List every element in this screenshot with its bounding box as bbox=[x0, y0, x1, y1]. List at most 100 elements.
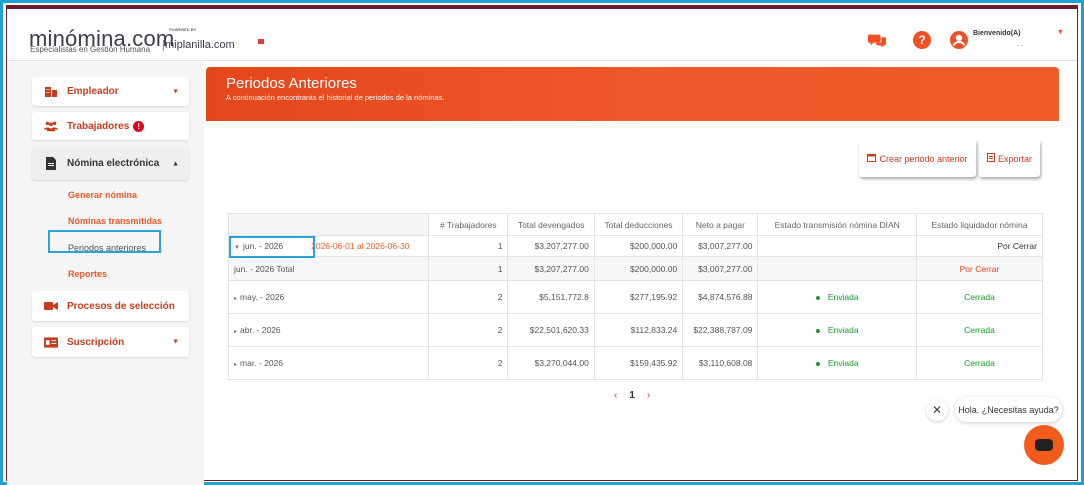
period-cell[interactable]: ▸ may. - 2026 bbox=[227, 280, 430, 314]
sidebar-item-label: Suscripción bbox=[67, 336, 125, 348]
video-camera-icon bbox=[44, 300, 58, 312]
pagination: ‹ 1 › bbox=[614, 390, 650, 401]
status-dot-icon bbox=[815, 295, 820, 300]
caret-right-icon[interactable]: ▸ bbox=[234, 329, 237, 335]
period-cell[interactable]: ▸ mar. - 2026 bbox=[227, 346, 430, 380]
neto-cell: $4,874,576.88 bbox=[682, 280, 759, 314]
sidebar-item-trabajadores[interactable]: Trabajadores ! bbox=[32, 112, 189, 140]
user-avatar-icon[interactable] bbox=[950, 31, 968, 49]
liquidador-status-cell: Cerrada bbox=[915, 313, 1044, 347]
devengados-cell: $3,207,277.00 bbox=[507, 256, 595, 281]
exportar-button[interactable]: Exportar bbox=[979, 140, 1040, 177]
export-icon bbox=[986, 153, 995, 164]
pagination-next-button[interactable]: › bbox=[647, 390, 650, 401]
status-dot-icon bbox=[815, 328, 820, 333]
user-name: . . bbox=[1017, 41, 1023, 48]
dian-status-cell: Enviada bbox=[757, 313, 917, 347]
users-icon bbox=[44, 120, 58, 132]
highlight-box-sidebar bbox=[48, 230, 161, 253]
partner-logo: miplanilla.com bbox=[165, 39, 235, 51]
page-subtitle: A continuación encontrarás el historial … bbox=[226, 93, 445, 102]
document-icon bbox=[44, 157, 58, 170]
workers-cell: 2 bbox=[428, 280, 509, 314]
pagination-current-page[interactable]: 1 bbox=[629, 390, 635, 401]
dian-status-label: Enviada bbox=[827, 325, 859, 335]
periods-table: # Trabajadores Total devengados Total de… bbox=[227, 213, 1044, 380]
devengados-cell: $3,270,044.00 bbox=[507, 346, 595, 380]
alert-badge: ! bbox=[133, 120, 145, 132]
dian-status-cell bbox=[757, 256, 917, 281]
partner-divider bbox=[163, 40, 164, 51]
chat-icon[interactable] bbox=[868, 31, 886, 49]
neto-cell: $3,007,277.00 bbox=[682, 256, 759, 281]
crear-periodo-button[interactable]: Crear periodo anterior bbox=[859, 140, 976, 177]
workers-cell: 2 bbox=[428, 313, 509, 347]
logo-tagline: Especialistas en Gestión Humana bbox=[30, 45, 151, 54]
sidebar-item-label: Empleador bbox=[67, 86, 119, 97]
dian-status-cell bbox=[757, 235, 917, 257]
sidebar-subitem-generar-nomina[interactable]: Generar nómina bbox=[68, 190, 137, 200]
column-header: Total devengados bbox=[507, 213, 595, 236]
devengados-cell: $5,151,772.8 bbox=[507, 280, 595, 314]
sidebar-item-suscripcion[interactable]: Suscripción ▼ bbox=[32, 327, 189, 357]
column-header: Total deducciones bbox=[593, 213, 684, 236]
sidebar-item-label: Procesos de selección bbox=[67, 300, 175, 312]
highlight-box-period bbox=[229, 236, 315, 258]
period-label: abr. - 2026 bbox=[240, 325, 281, 335]
exportar-label: Exportar bbox=[997, 153, 1032, 164]
column-header: Estado liquidador nómina bbox=[915, 213, 1044, 236]
caret-right-icon[interactable]: ▸ bbox=[234, 362, 237, 368]
period-cell[interactable]: ▸ abr. - 2026 bbox=[227, 313, 430, 347]
status-dot-icon bbox=[815, 361, 820, 366]
liquidador-status-cell: Cerrada bbox=[915, 280, 1044, 314]
caret-right-icon[interactable]: ▸ bbox=[234, 296, 237, 302]
table-header-row: # Trabajadores Total devengados Total de… bbox=[227, 213, 1044, 236]
period-cell: jun. - 2026 Total bbox=[227, 256, 430, 281]
column-header: # Trabajadores bbox=[428, 213, 509, 236]
chevron-down-icon: ▼ bbox=[172, 88, 179, 95]
chat-greeting-bubble[interactable]: Hola. ¿Necesitas ayuda? bbox=[955, 397, 1062, 422]
column-header: Neto a pagar bbox=[682, 213, 759, 236]
chevron-down-icon: ▼ bbox=[172, 338, 179, 346]
flag-icon bbox=[258, 39, 264, 44]
sidebar-item-empleador[interactable]: Empleador ▼ bbox=[32, 77, 189, 106]
crear-periodo-label: Crear periodo anterior bbox=[879, 153, 968, 164]
liquidador-status-cell: Cerrada bbox=[915, 346, 1044, 380]
neto-cell: $3,007,277.00 bbox=[682, 235, 759, 257]
dian-status-cell: Enviada bbox=[757, 280, 917, 314]
user-menu-caret-icon[interactable]: ▼ bbox=[1057, 29, 1064, 36]
dian-status-cell: Enviada bbox=[757, 346, 917, 380]
deducciones-cell: $112,833.24 bbox=[593, 313, 684, 347]
help-icon[interactable]: ? bbox=[913, 31, 931, 49]
devengados-cell: $3,207,277.00 bbox=[507, 235, 595, 257]
sidebar-subitem-reportes[interactable]: Reportes bbox=[68, 269, 107, 279]
powered-by-label: POWERED BY bbox=[169, 27, 197, 32]
devengados-cell: $22,501,620.33 bbox=[507, 313, 595, 347]
dian-status-label: Enviada bbox=[827, 358, 859, 368]
calendar-icon bbox=[867, 153, 877, 164]
table-row[interactable]: ▸ mar. - 2026 2 $3,270,044.00 $159,435.92… bbox=[227, 346, 1044, 380]
chat-launcher-button[interactable] bbox=[1024, 425, 1064, 465]
period-range-link[interactable]: 2026-06-01 al 2026-06-30 bbox=[311, 241, 409, 251]
period-label: may. - 2026 bbox=[240, 292, 285, 302]
table-row[interactable]: ▸ abr. - 2026 2 $22,501,620.33 $112,833.2… bbox=[227, 313, 1044, 347]
page-title: Periodos Anteriores bbox=[226, 75, 357, 92]
sidebar-item-label: Trabajadores bbox=[67, 120, 130, 132]
welcome-text: Bienvenido(A) bbox=[973, 30, 1021, 37]
sidebar-item-procesos-seleccion[interactable]: Procesos de selección bbox=[32, 291, 189, 321]
table-row[interactable]: ▼ jun. - 2026 2026-06-01 al 2026-06-30 1 $… bbox=[227, 235, 1044, 257]
chat-bubble-icon bbox=[1035, 439, 1053, 451]
sidebar-item-nomina-electronica[interactable]: Nómina electrónica ▲ bbox=[32, 147, 189, 180]
pagination-prev-button[interactable]: ‹ bbox=[614, 390, 617, 401]
deducciones-cell: $200,000.00 bbox=[593, 235, 684, 257]
liquidador-status-cell: Por Cerrar bbox=[915, 256, 1044, 281]
chevron-up-icon: ▲ bbox=[172, 160, 179, 167]
period-label: mar. - 2026 bbox=[240, 358, 284, 368]
top-bar: minómina.com Especialistas en Gestión Hu… bbox=[7, 9, 1077, 61]
chat-close-button[interactable]: ✕ bbox=[926, 399, 948, 421]
sidebar-subitem-nominas-transmitidas[interactable]: Nóminas transmitidas bbox=[68, 216, 162, 226]
workers-cell: 2 bbox=[428, 346, 509, 380]
column-header: Estado transmisión nómina DIAN bbox=[757, 213, 917, 236]
neto-cell: $3,110,608.08 bbox=[682, 346, 759, 380]
table-row[interactable]: ▸ may. - 2026 2 $5,151,772.8 $277,195.92 … bbox=[227, 280, 1044, 314]
